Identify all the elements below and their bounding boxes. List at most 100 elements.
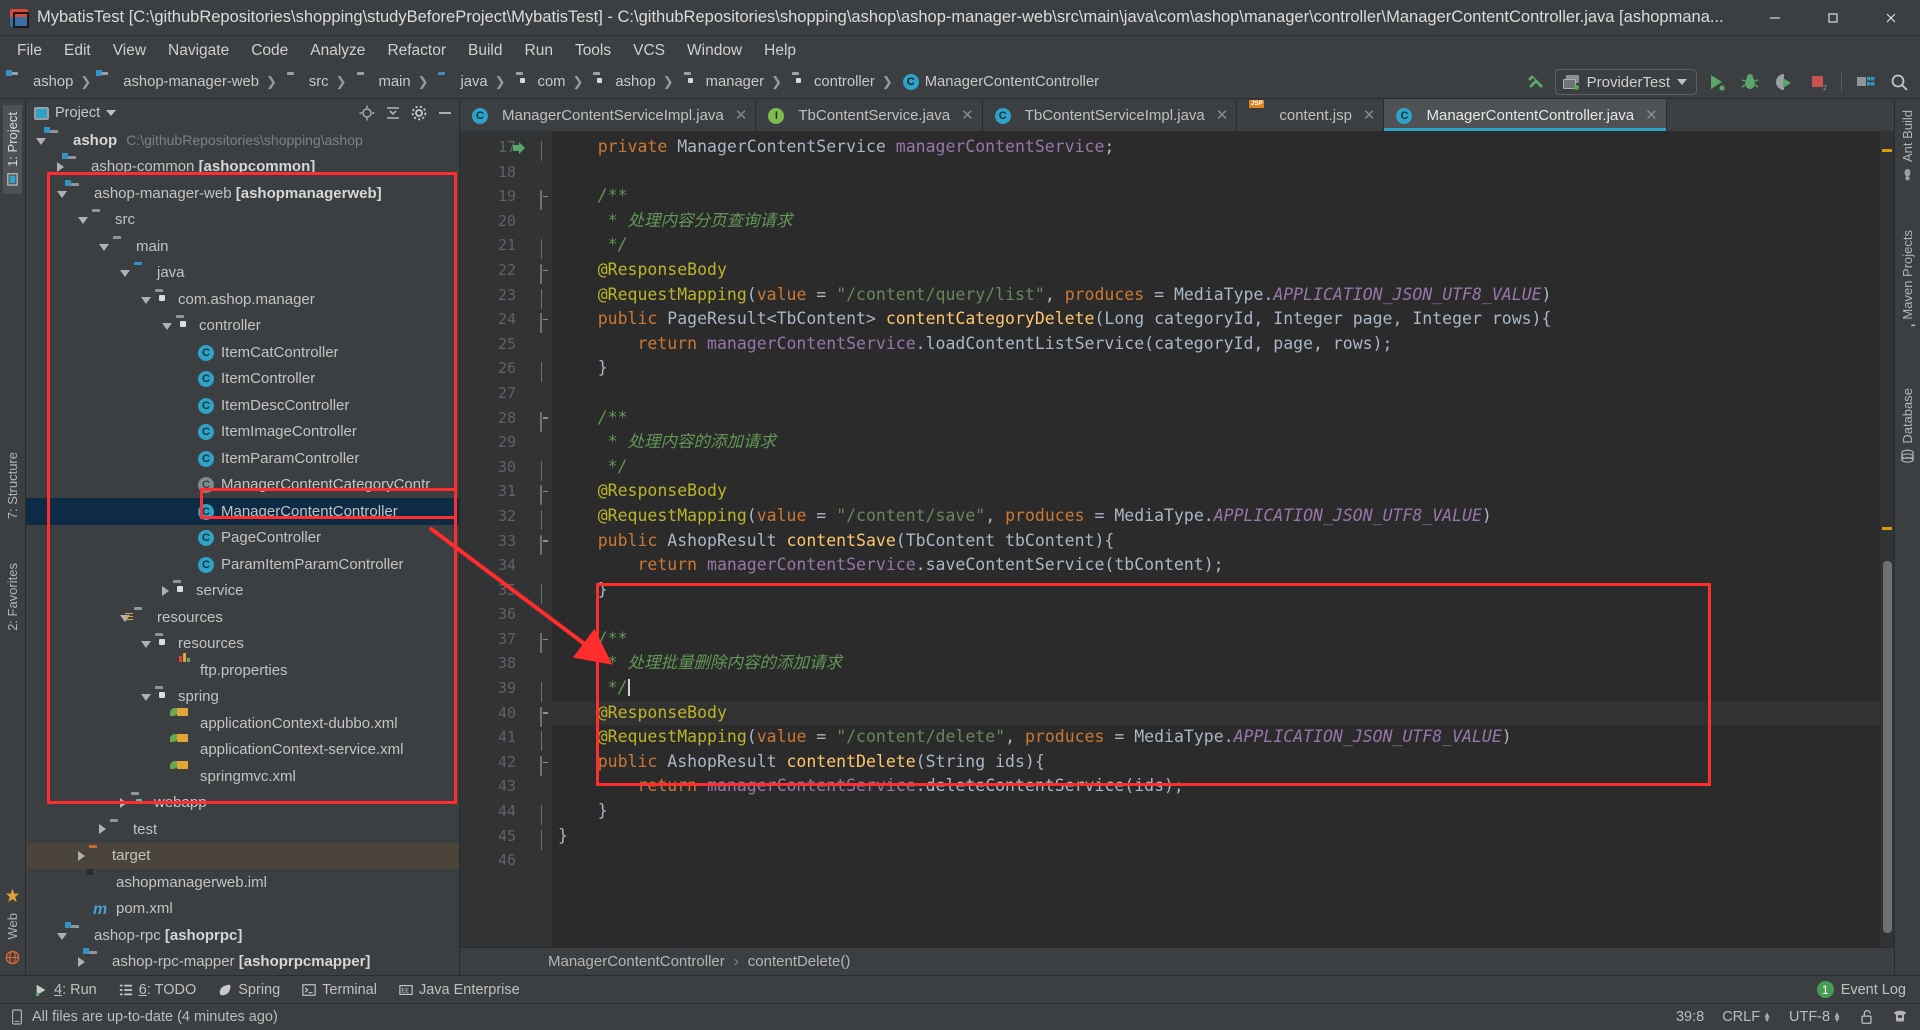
caret-position[interactable]: 39:8 — [1676, 1009, 1704, 1025]
menu-run[interactable]: Run — [514, 39, 564, 63]
collapse-all-icon[interactable] — [385, 105, 401, 121]
code-line[interactable]: * 处理批量删除内容的添加请求 — [552, 651, 1880, 676]
code-editor[interactable]: 17 18 19 20 21 22 23 24 25 26 27 28 29 30 31 32 33 34 35 36… — [460, 131, 1894, 947]
close-icon[interactable]: ✕ — [961, 106, 974, 124]
code-line[interactable]: @RequestMapping(value = "/content/save",… — [552, 504, 1880, 529]
menu-view[interactable]: View — [102, 39, 157, 63]
settings-gear-icon[interactable] — [411, 105, 427, 121]
chevron-down-icon[interactable] — [99, 243, 109, 251]
tool-button-terminal[interactable]: Terminal — [302, 982, 377, 998]
line-number[interactable]: 25 — [460, 332, 552, 357]
fold-bracket-icon[interactable] — [531, 362, 542, 383]
tool-button-java-enterprise[interactable]: EE Java Enterprise — [399, 982, 520, 998]
editor-scrollbar[interactable] — [1883, 561, 1892, 933]
sidebar-item-favorites[interactable]: 2: Favorites — [3, 556, 22, 638]
line-number[interactable]: 43 — [460, 774, 552, 799]
line-number[interactable]: 34 — [460, 553, 552, 578]
line-number[interactable]: 46 — [460, 848, 552, 873]
chevron-right-icon[interactable] — [57, 161, 64, 172]
fold-collapse-icon[interactable] — [531, 313, 542, 334]
editor-breadcrumb[interactable]: ManagerContentController › contentDelete… — [460, 947, 1894, 975]
marker-warning[interactable] — [1882, 149, 1892, 152]
tree-node[interactable]: java — [26, 260, 459, 287]
fold-collapse-icon[interactable] — [531, 633, 542, 653]
fold-bracket-icon[interactable] — [531, 288, 542, 309]
menu-edit[interactable]: Edit — [53, 39, 102, 63]
code-line[interactable]: */ — [552, 233, 1880, 258]
chevron-down-icon[interactable] — [141, 641, 151, 649]
marker-caret[interactable] — [1882, 527, 1892, 530]
tree-node-selected[interactable]: C ManagerContentController — [26, 498, 459, 525]
tree-node[interactable]: C ItemDescController — [26, 392, 459, 419]
chevron-down-icon[interactable] — [120, 614, 130, 622]
editor-tab[interactable]: I TbContentService.java ✕ — [756, 99, 983, 131]
menu-tools[interactable]: Tools — [564, 39, 622, 63]
fold-bracket-icon[interactable] — [531, 583, 542, 604]
breadcrumb-manager[interactable]: manager ❯ — [677, 69, 785, 96]
breadcrumb-ashop-manager-web[interactable]: ashop-manager-web ❯ — [94, 69, 280, 96]
line-number[interactable]: 18 — [460, 160, 552, 185]
tree-node[interactable]: controller — [26, 313, 459, 340]
breadcrumb-ashop[interactable]: ashop ❯ — [4, 69, 94, 96]
tree-node[interactable]: ftp.properties — [26, 652, 459, 684]
line-number[interactable]: 38 — [460, 651, 552, 676]
code-line[interactable]: public AshopResult contentDelete(String … — [552, 750, 1880, 775]
breadcrumb-managercontentcontroller[interactable]: C ManagerContentController — [896, 69, 1102, 96]
editor-marker-bar[interactable] — [1880, 131, 1894, 947]
menu-navigate[interactable]: Navigate — [157, 39, 240, 63]
chevron-down-icon[interactable] — [120, 270, 130, 278]
code-line[interactable]: private ManagerContentService managerCon… — [552, 135, 1880, 160]
menu-build[interactable]: Build — [457, 39, 513, 63]
editor-tab[interactable]: C ManagerContentController.java ✕ — [1384, 99, 1667, 131]
code-line[interactable]: /** — [552, 184, 1880, 209]
line-number[interactable]: 27 — [460, 381, 552, 406]
tree-node[interactable]: resources — [26, 631, 459, 658]
tool-button-todo[interactable]: 6: TODO — [119, 982, 196, 998]
editor-tab[interactable]: C TbContentServiceImpl.java ✕ — [983, 99, 1238, 131]
code-line[interactable]: */ — [552, 676, 1880, 701]
menu-refactor[interactable]: Refactor — [376, 39, 457, 63]
fold-bracket-icon[interactable] — [531, 829, 542, 850]
menu-analyze[interactable]: Analyze — [299, 39, 376, 63]
tree-node[interactable]: C ItemCatController — [26, 339, 459, 366]
code-line[interactable]: } — [552, 356, 1880, 381]
fold-bracket-icon[interactable] — [531, 239, 542, 260]
breadcrumb-ashop-pkg[interactable]: ashop ❯ — [586, 69, 676, 96]
fold-collapse-icon[interactable] — [531, 756, 542, 776]
editor-gutter[interactable]: 17 18 19 20 21 22 23 24 25 26 27 28 29 30 31 32 33 34 35 36… — [460, 131, 552, 947]
tree-node[interactable]: spring — [26, 684, 459, 711]
code-line[interactable]: public AshopResult contentSave(TbContent… — [552, 529, 1880, 554]
chevron-down-icon[interactable] — [141, 694, 151, 702]
web-icon[interactable] — [5, 950, 20, 965]
chevron-right-icon[interactable] — [78, 956, 85, 967]
fold-collapse-icon[interactable] — [531, 411, 542, 432]
close-icon[interactable]: ✕ — [1216, 106, 1229, 124]
sidebar-item-structure[interactable]: 7: Structure — [3, 445, 22, 526]
fold-collapse-icon[interactable] — [531, 485, 542, 506]
close-icon[interactable]: ✕ — [1363, 106, 1376, 124]
star-icon[interactable] — [5, 888, 20, 903]
tool-button-run[interactable]: 4: Run — [34, 982, 97, 998]
tree-node[interactable]: service — [26, 578, 459, 605]
encoding-selector[interactable]: UTF-8 ▲ ▼ — [1789, 1009, 1841, 1025]
menu-file[interactable]: File — [6, 39, 53, 63]
code-line[interactable]: return managerContentService.deleteConte… — [552, 774, 1880, 799]
line-separator-selector[interactable]: CRLF ▲ ▼ — [1722, 1009, 1771, 1025]
tree-node[interactable]: C PageController — [26, 525, 459, 552]
run-with-coverage-icon[interactable] — [1769, 69, 1799, 96]
close-icon[interactable]: ✕ — [735, 106, 748, 124]
tree-node[interactable]: C ItemImageController — [26, 419, 459, 446]
chevron-right-icon[interactable] — [99, 824, 106, 835]
close-icon[interactable]: ✕ — [1645, 106, 1658, 124]
tree-node[interactable]: src — [26, 207, 459, 234]
code-line[interactable]: * 处理内容的添加请求 — [552, 430, 1880, 455]
editor-text[interactable]: private ManagerContentService managerCon… — [552, 131, 1880, 947]
tree-node[interactable]: m pom.xml — [26, 896, 459, 923]
chevron-down-icon[interactable] — [78, 217, 88, 225]
editor-tab[interactable]: content.jsp ✕ — [1237, 99, 1385, 131]
tree-node[interactable]: C ParamItemParamController — [26, 551, 459, 578]
tree-node[interactable]: ashopmanagerweb.iml — [26, 868, 459, 896]
code-line[interactable]: @ResponseBody — [552, 700, 1880, 726]
line-number[interactable]: 36 — [460, 602, 552, 627]
code-line[interactable]: * 处理内容分页查询请求 — [552, 209, 1880, 234]
